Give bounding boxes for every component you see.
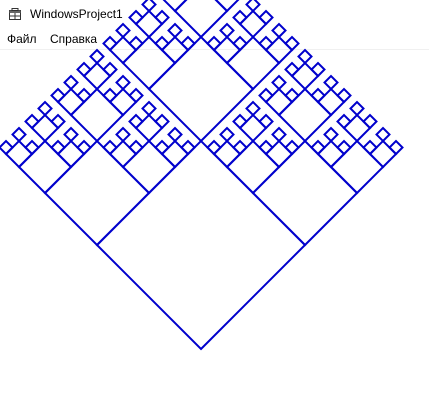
fractal-square-level-4 [362, 113, 378, 130]
fractal-square-level-4 [388, 139, 404, 156]
fractal-square-level-4 [128, 35, 144, 52]
fractal-square-level-4 [349, 100, 365, 117]
fractal-square-level-4 [50, 87, 66, 104]
fractal-square-level-4 [50, 139, 66, 156]
fractal-square-level-4 [206, 139, 222, 156]
fractal-square-level-4 [128, 139, 144, 156]
fractal-square-level-4 [76, 87, 92, 104]
fractal-square-level-4 [232, 9, 248, 26]
fractal-square-level-4 [180, 139, 196, 156]
fractal-square-level-4 [245, 100, 261, 117]
fractal-square-level-4 [76, 139, 92, 156]
fractal-square-level-4 [167, 126, 183, 143]
fractal-square-level-4 [258, 9, 274, 26]
fractal-square-level-4 [24, 139, 40, 156]
fractal-square-level-4 [154, 113, 170, 130]
fractal-square-level-4 [271, 22, 287, 39]
fractal-square-level-4 [11, 126, 27, 143]
fractal-square-level-4 [245, 0, 261, 13]
fractal-square-level-4 [128, 113, 144, 130]
application-window: WindowsProject1 Файл Справка [0, 0, 429, 403]
drawing-canvas [0, 0, 429, 403]
fractal-square-level-2 [173, 0, 229, 39]
fractal-square-level-4 [375, 126, 391, 143]
fractal-square-level-4 [128, 87, 144, 104]
fractal-square-level-4 [102, 61, 118, 78]
fractal-square-level-4 [37, 100, 53, 117]
fractal-square-level-4 [154, 139, 170, 156]
fractal-square-level-4 [115, 22, 131, 39]
fractal-square-level-4 [323, 126, 339, 143]
fractal-square-level-4 [310, 87, 326, 104]
fractal-square-level-4 [24, 113, 40, 130]
fractal-square-level-4 [232, 139, 248, 156]
fractal-square-level-3 [214, 0, 240, 13]
fractal-square-level-4 [102, 139, 118, 156]
fractal-square-level-4 [154, 35, 170, 52]
fractal-square-level-4 [76, 61, 92, 78]
fractal-square-level-4 [284, 139, 300, 156]
fractal-square-level-4 [219, 126, 235, 143]
fractal-square-level-4 [128, 9, 144, 26]
fractal-square-level-4 [258, 139, 274, 156]
fractal-square-level-4 [102, 87, 118, 104]
fractal-square-level-4 [284, 61, 300, 78]
fractal-square-level-4 [310, 139, 326, 156]
fractal-square-level-4 [219, 22, 235, 39]
fractal-square-level-4 [115, 74, 131, 91]
fractal-drawing [0, 0, 404, 351]
fractal-square-level-4 [271, 126, 287, 143]
fractal-square-level-4 [258, 113, 274, 130]
fractal-square-level-4 [336, 113, 352, 130]
fractal-square-level-4 [323, 74, 339, 91]
fractal-square-level-4 [271, 74, 287, 91]
fractal-square-level-4 [63, 74, 79, 91]
fractal-square-level-4 [154, 9, 170, 26]
fractal-square-level-4 [258, 87, 274, 104]
fractal-square-level-4 [310, 61, 326, 78]
fractal-square-level-4 [167, 22, 183, 39]
fractal-square-level-4 [284, 35, 300, 52]
fractal-square-level-4 [141, 0, 157, 13]
fractal-square-level-4 [50, 113, 66, 130]
fractal-square-level-4 [232, 113, 248, 130]
fractal-square-level-4 [115, 126, 131, 143]
fractal-square-level-4 [0, 139, 14, 156]
fractal-square-level-4 [63, 126, 79, 143]
fractal-square-level-4 [232, 35, 248, 52]
fractal-square-level-4 [258, 35, 274, 52]
fractal-square-level-4 [89, 48, 105, 65]
fractal-square-level-4 [102, 35, 118, 52]
fractal-square-level-4 [362, 139, 378, 156]
fractal-square-level-4 [284, 87, 300, 104]
fractal-square-level-4 [297, 48, 313, 65]
fractal-square-level-4 [206, 35, 222, 52]
fractal-square-level-4 [141, 100, 157, 117]
fractal-square-level-4 [336, 139, 352, 156]
fractal-square-level-4 [180, 35, 196, 52]
fractal-square-level-4 [336, 87, 352, 104]
fractal-square-level-3 [162, 0, 188, 13]
